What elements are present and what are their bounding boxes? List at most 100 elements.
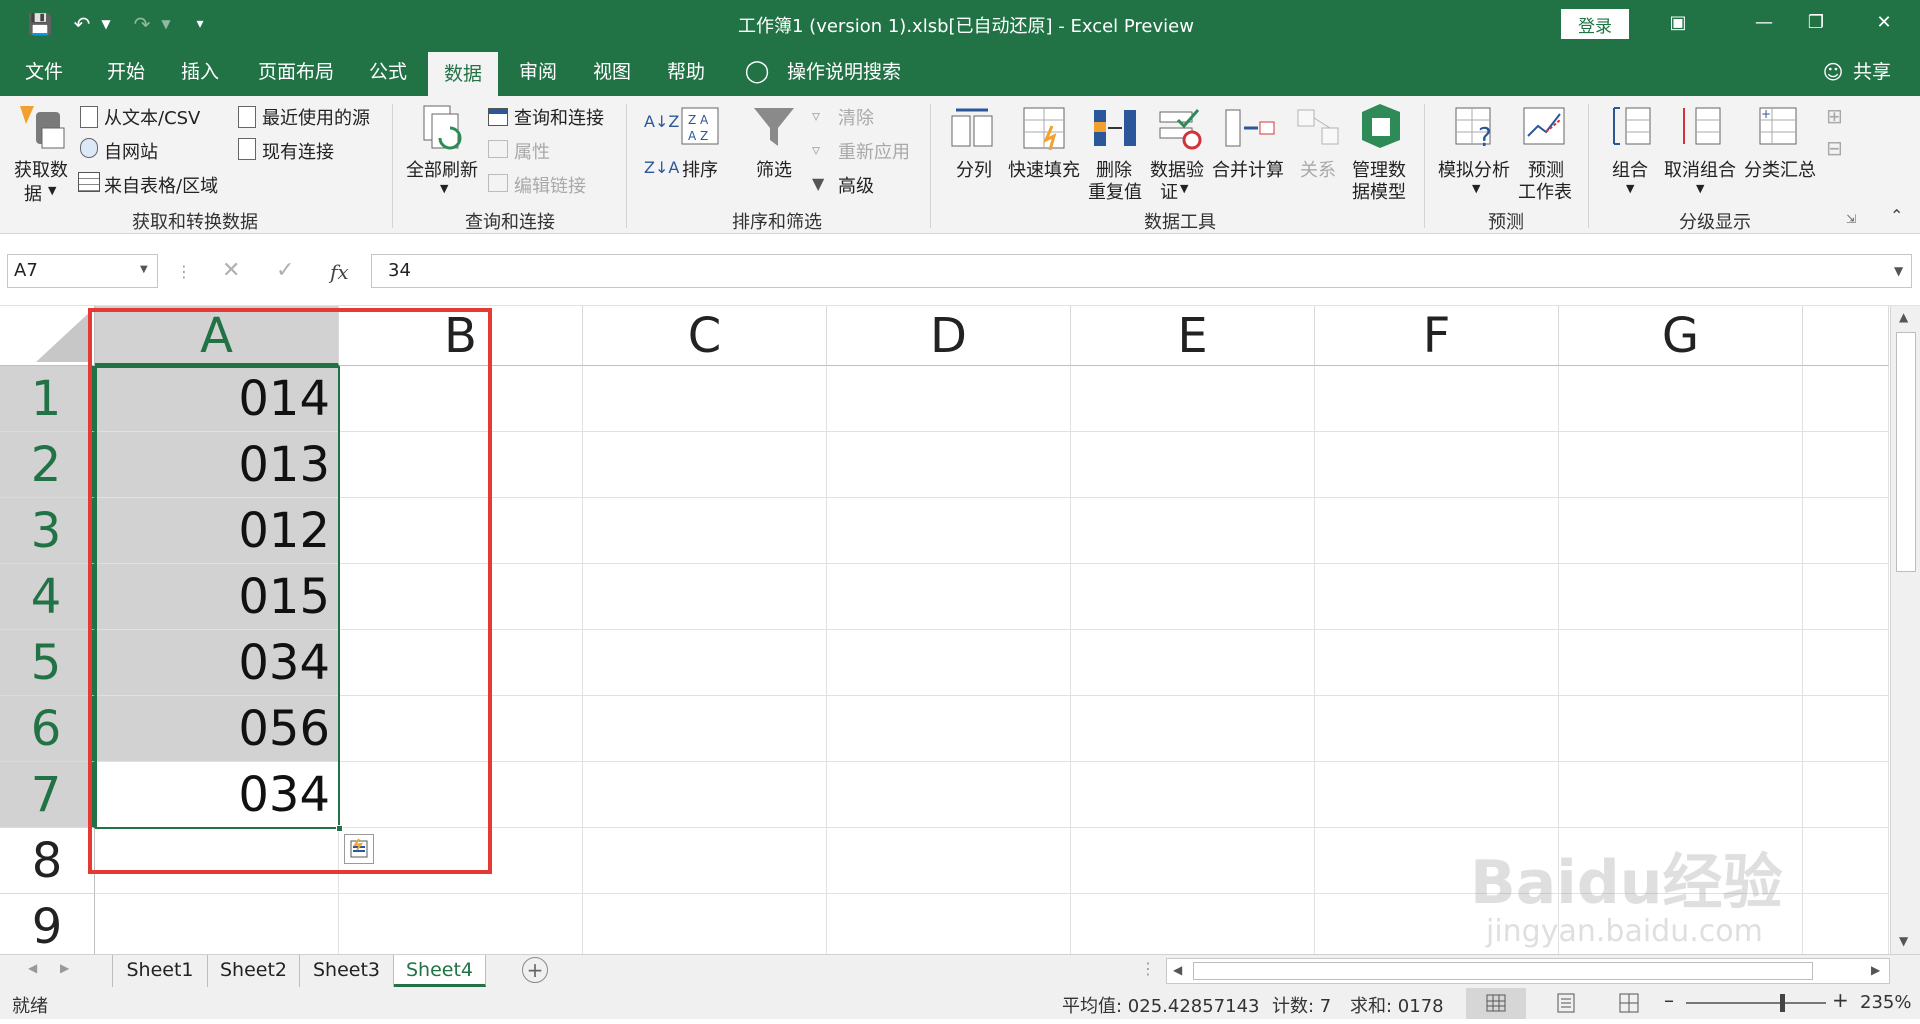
undo-dropdown-icon[interactable]: ▼ xyxy=(90,8,122,40)
empty-cell[interactable] xyxy=(583,432,827,498)
empty-cell[interactable] xyxy=(339,696,583,762)
row-header-9[interactable]: 9 xyxy=(0,894,95,954)
sort-label[interactable]: 排序 xyxy=(682,156,718,182)
empty-cell[interactable] xyxy=(1071,762,1315,828)
scroll-up-icon[interactable]: ▲ xyxy=(1899,310,1908,324)
cell-a1[interactable]: 014 xyxy=(95,366,339,432)
empty-cell[interactable] xyxy=(1559,432,1803,498)
row-header-1[interactable]: 1 xyxy=(0,366,95,432)
cell-a3[interactable]: 012 xyxy=(95,498,339,564)
empty-cell[interactable] xyxy=(1803,498,1889,564)
empty-cell[interactable] xyxy=(1315,630,1559,696)
empty-cell[interactable] xyxy=(583,630,827,696)
formula-bar-grip-icon[interactable]: ⋮ xyxy=(176,262,192,281)
insert-function-icon[interactable]: fx xyxy=(330,260,349,284)
row-header-7[interactable]: 7 xyxy=(0,762,95,828)
zoom-level[interactable]: 235% xyxy=(1860,992,1911,1013)
consolidate-icon[interactable] xyxy=(1224,106,1276,150)
empty-cell[interactable] xyxy=(827,432,1071,498)
empty-cell[interactable] xyxy=(827,894,1071,954)
empty-cell[interactable] xyxy=(827,762,1071,828)
empty-cell[interactable] xyxy=(1071,894,1315,954)
customize-qat-icon[interactable]: ▾ xyxy=(184,8,216,40)
empty-cell[interactable] xyxy=(583,498,827,564)
empty-cell[interactable] xyxy=(1559,762,1803,828)
empty-cell[interactable] xyxy=(339,762,583,828)
tab-insert[interactable]: 插入 xyxy=(170,48,230,96)
empty-cell[interactable] xyxy=(827,696,1071,762)
row-header-6[interactable]: 6 xyxy=(0,696,95,762)
consolidate-label[interactable]: 合并计算 xyxy=(1212,156,1284,182)
name-box-dropdown-icon[interactable]: ▼ xyxy=(140,264,148,275)
clear-button[interactable]: 清除 xyxy=(838,104,874,130)
expand-formula-bar-icon[interactable]: ▼ xyxy=(1894,264,1903,278)
empty-cell[interactable] xyxy=(1071,696,1315,762)
refresh-all-label[interactable]: 全部刷新 xyxy=(406,156,478,182)
cancel-icon[interactable]: ✕ xyxy=(222,258,240,283)
ungroup-icon[interactable] xyxy=(1680,104,1724,150)
empty-cell[interactable] xyxy=(1071,366,1315,432)
zoom-slider-thumb[interactable] xyxy=(1780,994,1785,1012)
data-model-icon[interactable] xyxy=(1358,102,1404,150)
save-icon[interactable]: 💾 xyxy=(24,8,56,40)
recent-sources-button[interactable]: 最近使用的源 xyxy=(262,104,370,130)
empty-cell[interactable] xyxy=(1803,564,1889,630)
get-data-icon[interactable] xyxy=(16,102,68,154)
sort-icon[interactable]: Z A A Z xyxy=(680,106,720,146)
empty-cell[interactable] xyxy=(1803,696,1889,762)
login-button[interactable]: 登录 xyxy=(1561,9,1629,39)
empty-cell[interactable] xyxy=(1315,564,1559,630)
text-to-columns-icon[interactable] xyxy=(950,106,994,150)
enter-icon[interactable]: ✓ xyxy=(276,258,294,283)
prev-sheet-icon[interactable]: ◀ xyxy=(28,961,37,975)
group-dropdown-icon[interactable]: ▼ xyxy=(1626,182,1634,195)
empty-cell[interactable] xyxy=(827,564,1071,630)
data-validation-icon[interactable] xyxy=(1158,106,1202,150)
empty-cell[interactable] xyxy=(339,828,583,894)
empty-cell[interactable] xyxy=(1071,564,1315,630)
status-average[interactable]: 平均值: 025.42857143 xyxy=(1062,992,1259,1018)
normal-view-button[interactable] xyxy=(1466,988,1526,1019)
empty-cell[interactable] xyxy=(1803,894,1889,954)
empty-cell[interactable] xyxy=(1559,366,1803,432)
zoom-slider[interactable] xyxy=(1686,1002,1826,1004)
empty-cell[interactable] xyxy=(95,894,339,954)
subtotal-icon[interactable]: + xyxy=(1756,104,1800,150)
zoom-in-icon[interactable]: + xyxy=(1832,988,1849,1012)
next-sheet-icon[interactable]: ▶ xyxy=(60,961,69,975)
row-header-5[interactable]: 5 xyxy=(0,630,95,696)
properties-button[interactable]: 属性 xyxy=(514,138,550,164)
sheet-tab-4[interactable]: Sheet4 xyxy=(394,955,486,987)
status-count[interactable]: 计数: 7 xyxy=(1272,992,1331,1018)
vertical-scrollbar[interactable]: ▲ ▼ xyxy=(1890,306,1920,954)
dialog-launcher-icon[interactable]: ⇲ xyxy=(1846,212,1856,226)
column-header-e[interactable]: E xyxy=(1071,306,1315,366)
cell-a4[interactable]: 015 xyxy=(95,564,339,630)
tab-home[interactable]: 开始 xyxy=(96,48,156,96)
tab-view[interactable]: 视图 xyxy=(582,48,642,96)
name-box[interactable]: A7 xyxy=(7,254,158,288)
quick-analysis-button[interactable] xyxy=(344,834,374,864)
queries-connections-button[interactable]: 查询和连接 xyxy=(514,104,604,130)
empty-cell[interactable] xyxy=(339,432,583,498)
tab-help[interactable]: 帮助 xyxy=(656,48,716,96)
flash-fill-icon[interactable] xyxy=(1022,106,1066,150)
empty-cell[interactable] xyxy=(1559,696,1803,762)
vertical-scroll-thumb[interactable] xyxy=(1896,332,1916,572)
empty-cell[interactable] xyxy=(1071,498,1315,564)
empty-cell[interactable] xyxy=(1559,828,1803,894)
cell-a2[interactable]: 013 xyxy=(95,432,339,498)
empty-cell[interactable] xyxy=(583,366,827,432)
fill-handle[interactable] xyxy=(336,825,343,832)
get-data-label-1[interactable]: 获取数 xyxy=(14,156,68,182)
empty-cell[interactable] xyxy=(1559,630,1803,696)
relationships-label[interactable]: 关系 xyxy=(1300,156,1336,182)
row-header-2[interactable]: 2 xyxy=(0,432,95,498)
empty-cell[interactable] xyxy=(827,630,1071,696)
empty-cell[interactable] xyxy=(1559,894,1803,954)
sheet-tab-3[interactable]: Sheet3 xyxy=(300,955,394,987)
add-sheet-icon[interactable]: + xyxy=(522,957,548,983)
refresh-dropdown-icon[interactable]: ▼ xyxy=(440,182,448,195)
zoom-out-icon[interactable]: – xyxy=(1664,988,1674,1012)
row-header-3[interactable]: 3 xyxy=(0,498,95,564)
